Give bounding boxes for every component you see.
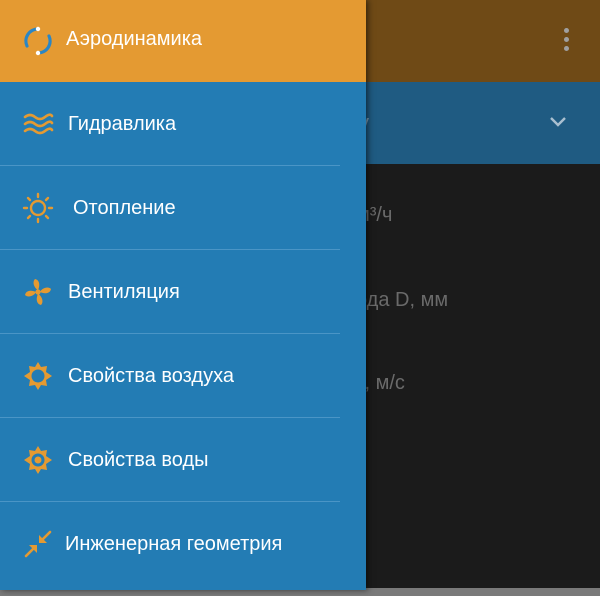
gear-icon bbox=[22, 360, 54, 392]
menu-item-label: Гидравлика bbox=[68, 113, 177, 135]
menu-item-label: Отопление bbox=[73, 197, 176, 219]
diameter-label: ода D, мм bbox=[356, 289, 449, 311]
chevron-down-icon bbox=[548, 112, 568, 135]
refresh-arcs-icon bbox=[22, 25, 54, 57]
menu-item-label: Вентиляция bbox=[68, 281, 180, 303]
menu-item-label: Свойства воды bbox=[68, 449, 209, 471]
menu-item-engineering-geometry[interactable]: Инженерная геометрия bbox=[0, 502, 366, 586]
menu-item-air-properties[interactable]: Свойства воздуха bbox=[0, 334, 366, 418]
sun-icon bbox=[22, 192, 54, 224]
overflow-menu-icon[interactable] bbox=[562, 28, 570, 56]
menu-item-hydraulics[interactable]: Гидравлика bbox=[0, 82, 366, 166]
waves-icon bbox=[22, 108, 54, 140]
fan-icon bbox=[22, 276, 54, 308]
navigation-drawer: Аэродинамика Гидравлика Отопление Вентил… bbox=[0, 0, 366, 590]
menu-item-ventilation[interactable]: Вентиляция bbox=[0, 250, 366, 334]
menu-item-water-properties[interactable]: Свойства воды bbox=[0, 418, 366, 502]
gear-icon bbox=[22, 444, 54, 476]
menu-item-label: Свойства воздуха bbox=[68, 365, 234, 387]
menu-item-heating[interactable]: Отопление bbox=[0, 166, 366, 250]
drawer-menu: Гидравлика Отопление Вентиляция Свойства… bbox=[0, 82, 366, 586]
shrink-arrows-icon bbox=[22, 528, 54, 560]
menu-item-label: Инженерная геометрия bbox=[65, 533, 283, 555]
drawer-header-title: Аэродинамика bbox=[66, 28, 203, 50]
drawer-header-aerodynamics[interactable]: Аэродинамика bbox=[0, 0, 366, 82]
